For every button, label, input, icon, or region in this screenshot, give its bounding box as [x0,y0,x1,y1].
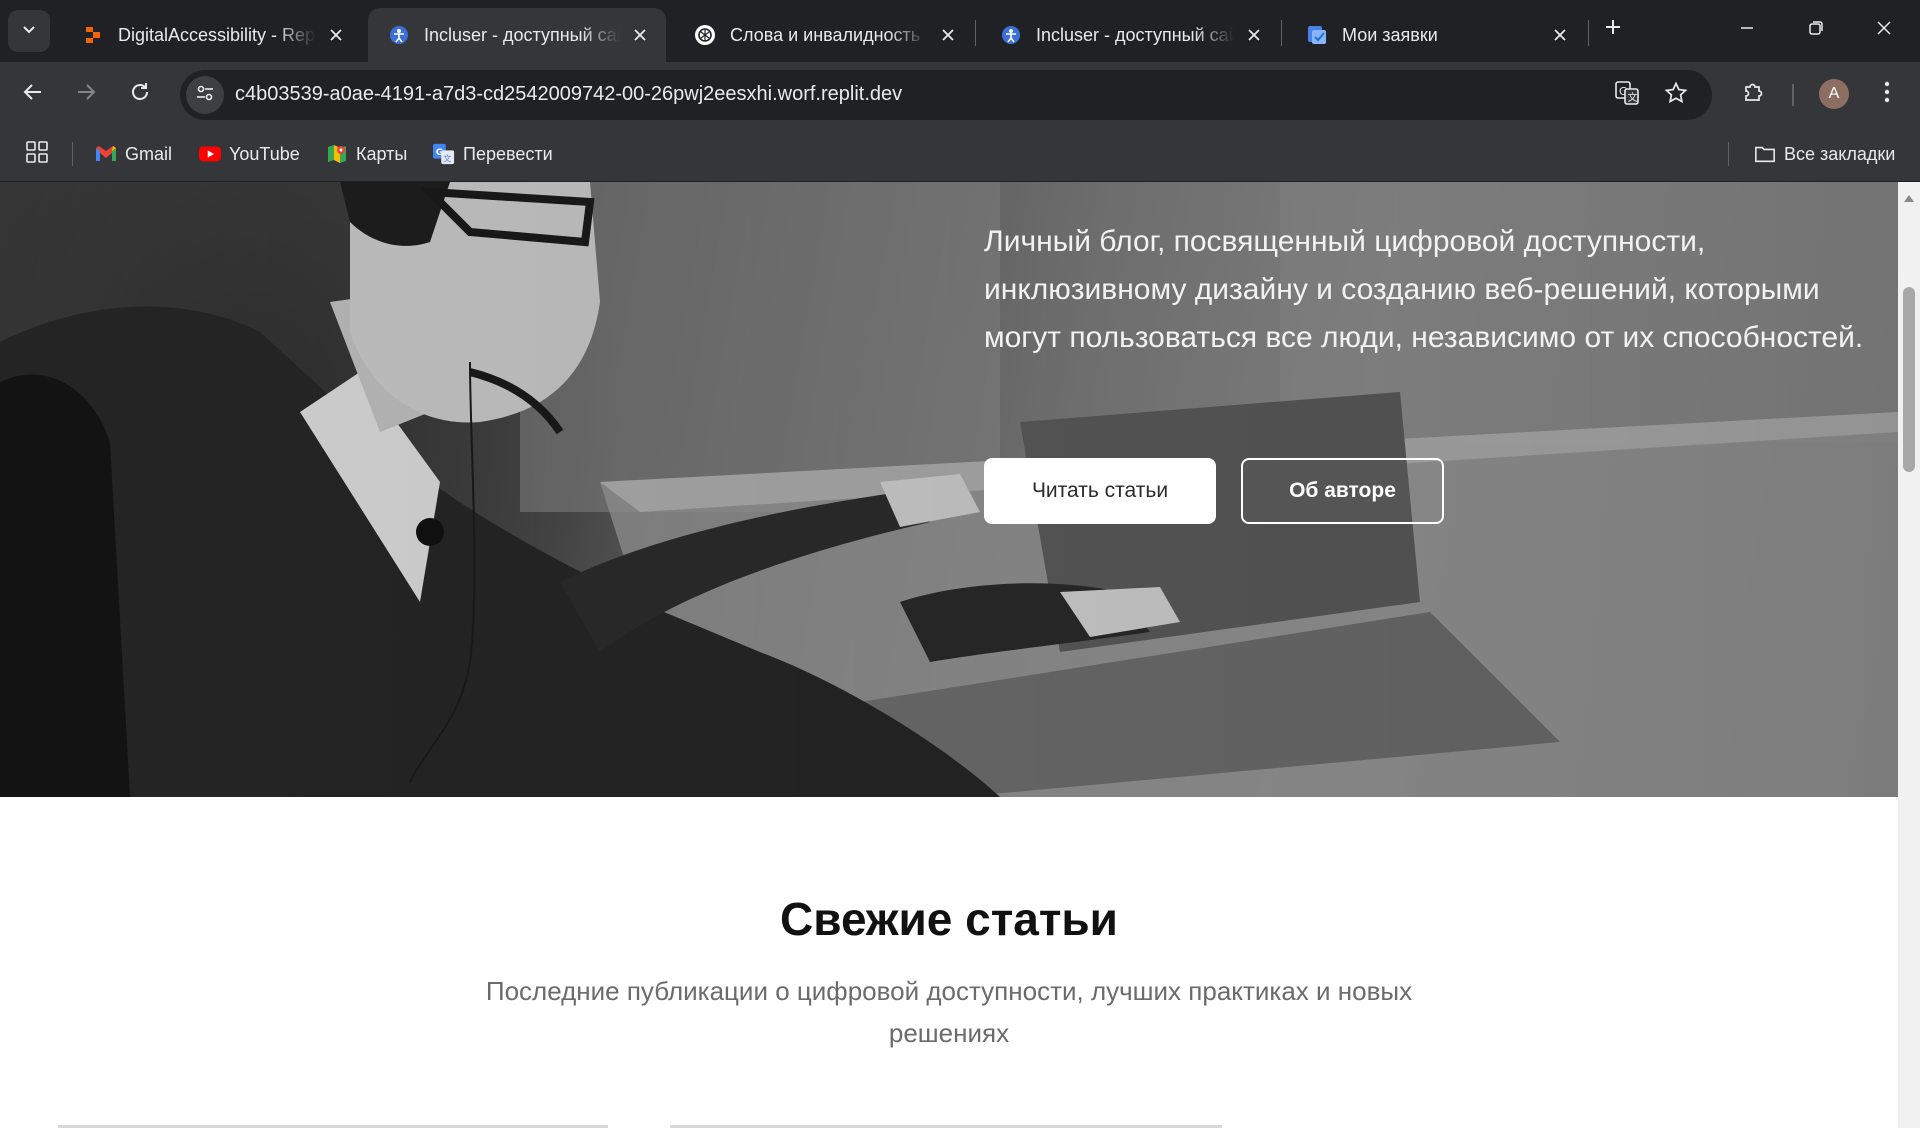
bookmark-gmail[interactable]: Gmail [95,138,172,170]
incluser-icon [388,24,410,46]
browser-menu-button[interactable] [1867,74,1907,114]
close-icon[interactable] [936,23,960,47]
translate-icon: G文 [433,143,455,165]
tab-separator [975,20,976,46]
close-icon[interactable] [1548,23,1572,47]
extensions-button[interactable] [1734,74,1774,114]
close-window-button[interactable] [1862,8,1906,52]
arrow-left-icon [22,81,44,108]
tab-separator [1588,20,1589,46]
incluser-icon [1000,24,1022,46]
read-articles-button[interactable]: Читать статьи [984,458,1216,524]
tune-icon [195,83,215,108]
translate-icon: G文 [1614,80,1640,111]
minimize-button[interactable] [1725,8,1769,52]
youtube-icon [199,143,221,165]
puzzle-icon [1742,80,1766,109]
tab-title: Мои заявки [1342,24,1438,45]
reload-button[interactable] [118,72,162,116]
svg-text:文: 文 [1628,91,1638,104]
folder-icon [1754,143,1776,165]
tab-separator [1281,20,1282,46]
tab-my-requests[interactable]: Мои заявки [1286,8,1586,62]
tab-incluser-active[interactable]: Incluser - доступный сайт [368,8,666,62]
bookmark-maps[interactable]: Карты [326,138,407,170]
chevron-down-icon [21,21,37,42]
tab-title: Incluser - доступный сайт [424,24,620,45]
tab-words-disability[interactable]: Слова и инвалидность [674,8,974,62]
bookmark-translate[interactable]: G文 Перевести [433,138,553,170]
scrollbar-thumb[interactable] [1903,287,1915,472]
tab-incluser[interactable]: Incluser - доступный сайт [980,8,1280,62]
tab-title: Incluser - доступный сайт [1036,24,1234,45]
plus-icon [1604,18,1622,41]
new-tab-button[interactable] [1596,12,1630,46]
browser-toolbar: c4b03539-a0ae-4191-a7d3-cd2542009742-00-… [0,62,1920,126]
tab-replit[interactable]: DigitalAccessibility - Replit [62,8,362,62]
page-scrollbar[interactable] [1898,182,1920,1128]
about-author-button[interactable]: Об авторе [1241,458,1444,524]
chatgpt-icon [694,24,716,46]
scroll-up-arrow[interactable] [1898,190,1920,206]
close-icon [1876,20,1892,41]
bookmark-youtube[interactable]: YouTube [199,138,300,170]
toolbar-divider [1792,84,1794,106]
minimize-icon [1739,20,1755,41]
page-viewport: Личный блог, посвященный цифровой доступ… [0,182,1898,1128]
tab-title: Слова и инвалидность [730,24,921,45]
star-icon [1664,81,1688,110]
restore-button[interactable] [1794,8,1838,52]
bookmark-label: Gmail [125,143,173,164]
svg-text:文: 文 [443,153,451,163]
url-text[interactable]: c4b03539-a0ae-4191-a7d3-cd2542009742-00-… [235,83,902,106]
bookmark-label: Карты [356,143,408,164]
bookmarks-bar: Gmail YouTube Карты G文 Перевести Все зак… [0,126,1920,182]
close-icon[interactable] [628,23,652,47]
back-button[interactable] [11,72,55,116]
address-bar[interactable]: c4b03539-a0ae-4191-a7d3-cd2542009742-00-… [180,70,1712,120]
close-icon[interactable] [324,23,348,47]
bookmark-star-button[interactable] [1659,78,1693,112]
gmail-icon [95,143,117,165]
forward-button[interactable] [64,72,108,116]
replit-icon [82,24,104,46]
hero-description: Личный блог, посвященный цифровой доступ… [984,225,1864,354]
translate-page-button[interactable]: G文 [1610,78,1644,112]
tab-title: DigitalAccessibility - Replit [118,24,316,45]
restore-icon [1808,20,1824,41]
hero-section: Личный блог, посвященный цифровой доступ… [0,182,1898,797]
bookmark-separator [1728,142,1729,166]
bookmark-separator [72,142,73,166]
articles-section-title: Свежие статьи [780,893,1118,945]
all-bookmarks-button[interactable]: Все закладки [1754,138,1895,170]
apps-grid-icon [26,140,48,168]
all-bookmarks-label: Все закладки [1784,143,1896,164]
reload-icon [129,81,151,108]
profile-avatar[interactable]: A [1819,79,1849,109]
bookmark-label: Перевести [463,143,553,164]
tab-strip: DigitalAccessibility - Replit Incluser -… [0,0,1920,62]
tab-search-button[interactable] [8,10,50,52]
arrow-right-icon [75,81,97,108]
maps-icon [326,143,348,165]
close-icon[interactable] [1242,23,1266,47]
tasks-icon [1306,24,1328,46]
bookmark-label: YouTube [229,143,300,164]
site-info-button[interactable] [186,76,224,114]
more-vert-icon [1884,81,1890,108]
apps-button[interactable] [26,138,48,170]
articles-section-subtitle: Последние публикации о цифровой доступно… [485,976,1413,1048]
